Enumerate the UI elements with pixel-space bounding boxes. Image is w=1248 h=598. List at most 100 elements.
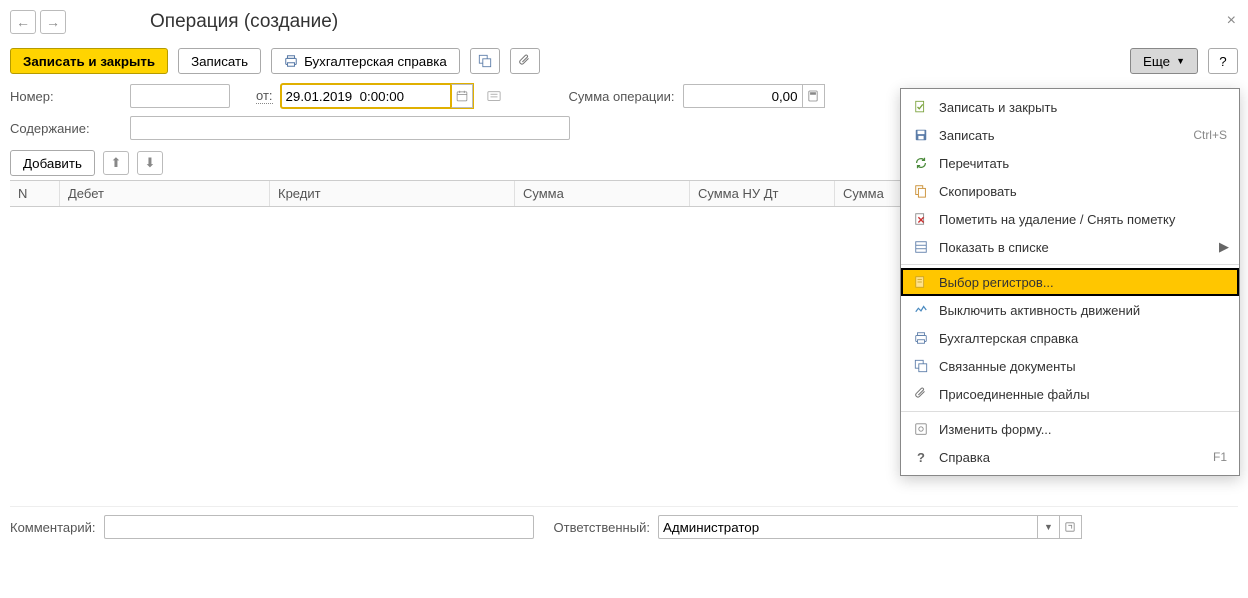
- menu-item-6[interactable]: Выбор регистров...: [901, 268, 1239, 296]
- menu-item-label: Перечитать: [939, 156, 1009, 171]
- menu-item-12[interactable]: ? Справка F1: [901, 443, 1239, 471]
- help-button[interactable]: ?: [1208, 48, 1238, 74]
- content-label: Содержание:: [10, 121, 122, 136]
- date-label: от:: [256, 88, 273, 104]
- move-down-button[interactable]: ⬇: [137, 151, 163, 175]
- menu-item-11[interactable]: Изменить форму...: [901, 415, 1239, 443]
- copy-icon: [913, 183, 929, 199]
- sum-field[interactable]: [683, 84, 803, 108]
- menu-item-label: Показать в списке: [939, 240, 1049, 255]
- nav-forward-button[interactable]: →: [40, 10, 66, 34]
- help-icon: ?: [1219, 54, 1226, 69]
- accounting-report-label: Бухгалтерская справка: [304, 54, 447, 69]
- menu-item-5[interactable]: Показать в списке ▶: [901, 233, 1239, 261]
- save-icon: [913, 127, 929, 143]
- menu-item-label: Изменить форму...: [939, 422, 1052, 437]
- list-icon: [913, 239, 929, 255]
- menu-item-4[interactable]: Пометить на удаление / Снять пометку: [901, 205, 1239, 233]
- delete-mark-icon: [913, 211, 929, 227]
- menu-separator: [901, 264, 1239, 265]
- menu-item-label: Записать: [939, 128, 995, 143]
- save-and-close-label: Записать и закрыть: [23, 54, 155, 69]
- calendar-icon: [456, 90, 468, 102]
- menu-item-shortcut: Ctrl+S: [1193, 128, 1227, 142]
- refresh-icon: [913, 155, 929, 171]
- attach-icon: [913, 386, 929, 402]
- link-icon: [913, 358, 929, 374]
- arrow-up-icon: ⬆: [110, 155, 121, 171]
- col-sum[interactable]: Сумма: [515, 181, 690, 206]
- accounting-report-button[interactable]: Бухгалтерская справка: [271, 48, 460, 74]
- calculator-button[interactable]: [803, 84, 825, 108]
- date-field[interactable]: [281, 84, 451, 108]
- menu-item-label: Выключить активность движений: [939, 303, 1140, 318]
- activity-icon: [913, 302, 929, 318]
- responsible-label: Ответственный:: [554, 520, 650, 535]
- col-n[interactable]: N: [10, 181, 60, 206]
- arrow-left-icon: ←: [16, 14, 30, 30]
- move-up-button[interactable]: ⬆: [103, 151, 129, 175]
- menu-item-1[interactable]: Записать Ctrl+S: [901, 121, 1239, 149]
- menu-item-3[interactable]: Скопировать: [901, 177, 1239, 205]
- print-icon: [284, 54, 298, 68]
- menu-item-2[interactable]: Перечитать: [901, 149, 1239, 177]
- close-button[interactable]: ×: [1227, 12, 1236, 30]
- attachments-button[interactable]: [510, 48, 540, 74]
- menu-item-label: Записать и закрыть: [939, 100, 1057, 115]
- chevron-down-icon: ▼: [1176, 56, 1185, 66]
- add-row-button[interactable]: Добавить: [10, 150, 95, 176]
- registers-icon: [913, 274, 929, 290]
- col-credit[interactable]: Кредит: [270, 181, 515, 206]
- responsible-field[interactable]: [658, 515, 1038, 539]
- number-label: Номер:: [10, 89, 122, 104]
- menu-item-label: Справка: [939, 450, 990, 465]
- close-icon: ×: [1227, 12, 1236, 29]
- nav-back-button[interactable]: ←: [10, 10, 36, 34]
- related-docs-button[interactable]: [470, 48, 500, 74]
- calculator-icon: [808, 90, 818, 102]
- comment-field[interactable]: [104, 515, 534, 539]
- attach-icon: [518, 54, 532, 68]
- menu-item-9[interactable]: Связанные документы: [901, 352, 1239, 380]
- responsible-open-button[interactable]: [1060, 515, 1082, 539]
- arrow-right-icon: →: [46, 14, 60, 30]
- chevron-down-icon: ▼: [1044, 522, 1053, 532]
- print-icon: [913, 330, 929, 346]
- date-picker-button[interactable]: [451, 84, 473, 108]
- chevron-right-icon: ▶: [1219, 239, 1229, 255]
- arrow-down-icon: ⬇: [144, 155, 155, 171]
- comment-label: Комментарий:: [10, 520, 96, 535]
- check-doc-icon: [913, 99, 929, 115]
- help-icon: ?: [913, 449, 929, 465]
- number-field[interactable]: [130, 84, 230, 108]
- save-button[interactable]: Записать: [178, 48, 261, 74]
- menu-item-label: Выбор регистров...: [939, 275, 1054, 290]
- page-title: Операция (создание): [150, 11, 338, 33]
- save-label: Записать: [191, 54, 248, 69]
- form-icon: [913, 421, 929, 437]
- more-label: Еще: [1143, 54, 1170, 69]
- sum-label: Сумма операции:: [569, 89, 675, 104]
- menu-item-label: Скопировать: [939, 184, 1017, 199]
- more-menu: Записать и закрыть Записать Ctrl+S Перечита…: [900, 88, 1240, 476]
- link-icon: [478, 54, 492, 68]
- more-button[interactable]: Еще ▼: [1130, 48, 1198, 74]
- responsible-dropdown-button[interactable]: ▼: [1038, 515, 1060, 539]
- menu-item-10[interactable]: Присоединенные файлы: [901, 380, 1239, 408]
- menu-item-label: Пометить на удаление / Снять пометку: [939, 212, 1175, 227]
- menu-separator: [901, 411, 1239, 412]
- menu-item-label: Присоединенные файлы: [939, 387, 1090, 402]
- open-icon: [1065, 522, 1075, 532]
- menu-item-8[interactable]: Бухгалтерская справка: [901, 324, 1239, 352]
- add-row-label: Добавить: [23, 156, 82, 171]
- menu-item-7[interactable]: Выключить активность движений: [901, 296, 1239, 324]
- menu-item-label: Бухгалтерская справка: [939, 331, 1078, 346]
- col-debit[interactable]: Дебет: [60, 181, 270, 206]
- menu-item-0[interactable]: Записать и закрыть: [901, 93, 1239, 121]
- col-nu-dt[interactable]: Сумма НУ Дт: [690, 181, 835, 206]
- hint-icon: [487, 90, 501, 102]
- menu-item-label: Связанные документы: [939, 359, 1076, 374]
- content-field[interactable]: [130, 116, 570, 140]
- menu-item-shortcut: F1: [1213, 450, 1227, 464]
- save-and-close-button[interactable]: Записать и закрыть: [10, 48, 168, 74]
